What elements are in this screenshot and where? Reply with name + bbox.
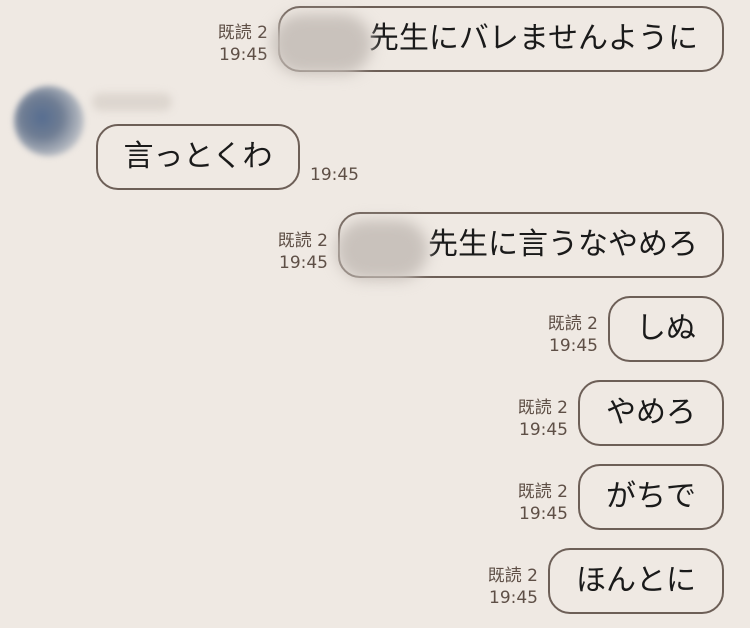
timestamp: 19:45 [310,165,359,185]
read-receipt: 既読 2 [217,23,268,43]
message-text: 先生にバレませんように [368,21,698,56]
message-text: ほんとに [576,563,696,598]
message-bubble-outgoing[interactable]: しぬ [608,296,724,362]
redacted-name-blur [336,220,428,280]
timestamp: 19:45 [219,45,268,65]
message-text: やめろ [606,395,696,430]
message-meta: 既読 2 19:45 [466,565,538,609]
message-bubble-outgoing[interactable]: ほんとに [548,548,724,614]
message-text: しぬ [636,311,696,346]
message-bubble-incoming[interactable]: 言っとくわ [96,124,300,190]
message-text: がちで [606,479,696,514]
message-meta: 19:45 [310,164,370,186]
redacted-name-blur [272,14,372,74]
timestamp: 19:45 [549,336,598,356]
message-meta: 既読 2 19:45 [526,313,598,357]
sender-name-blur [92,93,172,111]
message-meta: 既読 2 19:45 [256,230,328,274]
read-receipt: 既読 2 [517,482,568,502]
message-meta: 既読 2 19:45 [196,22,268,66]
timestamp: 19:45 [279,253,328,273]
timestamp: 19:45 [519,504,568,524]
message-bubble-outgoing[interactable]: やめろ [578,380,724,446]
message-meta: 既読 2 19:45 [496,397,568,441]
message-text: 言っとくわ [123,139,273,174]
timestamp: 19:45 [519,420,568,440]
chat-thread: 既読 2 19:45 先生にバレませんように 言っとくわ 19:45 既読 2 … [0,0,750,628]
message-bubble-outgoing[interactable]: がちで [578,464,724,530]
read-receipt: 既読 2 [517,398,568,418]
read-receipt: 既読 2 [487,566,538,586]
message-text: 先生に言うなやめろ [428,227,698,262]
message-meta: 既読 2 19:45 [496,481,568,525]
timestamp: 19:45 [489,588,538,608]
read-receipt: 既読 2 [547,314,598,334]
read-receipt: 既読 2 [277,231,328,251]
avatar[interactable] [14,86,84,156]
